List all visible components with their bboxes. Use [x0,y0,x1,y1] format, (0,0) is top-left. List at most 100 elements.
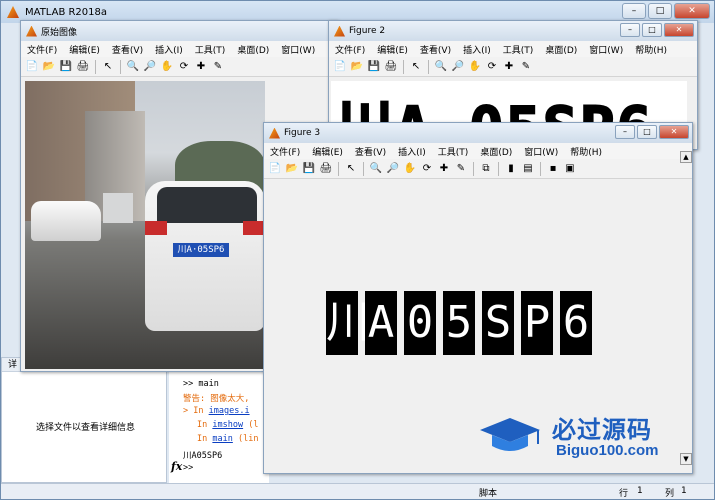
data-cursor-icon[interactable]: ✚ [502,60,516,74]
brush-icon[interactable]: ✎ [454,162,468,176]
toolbar-separator [473,161,474,176]
legend-icon[interactable]: ▤ [521,162,535,176]
status-row-value: 1 [637,486,643,496]
menu-tools[interactable]: 工具(T) [503,43,534,56]
close-button[interactable]: ✕ [664,23,694,37]
figure-title: 原始图像 [41,27,78,38]
maximize-button[interactable]: □ [637,125,657,139]
menu-window[interactable]: 窗口(W) [589,43,623,56]
menu-view[interactable]: 查看(V) [420,43,451,56]
open-file-icon[interactable]: 📂 [285,162,299,176]
menu-edit[interactable]: 编辑(E) [69,43,100,56]
menu-view[interactable]: 查看(V) [355,145,386,158]
menu-insert[interactable]: 插入(I) [155,43,183,56]
street-photo: 川A·05SP6 [25,81,265,369]
brush-icon[interactable]: ✎ [519,60,533,74]
menu-file[interactable]: 文件(F) [27,43,57,56]
menu-insert[interactable]: 插入(I) [463,43,491,56]
new-figure-icon[interactable]: 📄 [333,60,347,74]
open-file-icon[interactable]: 📂 [350,60,364,74]
char-segment: A [365,291,397,355]
show-plot-tools-icon[interactable]: ▣ [563,162,577,176]
images-link[interactable]: images.i [209,406,250,416]
print-icon[interactable]: 🖨 [384,60,398,74]
toolbar-separator [338,161,339,176]
minimize-button[interactable]: – [620,23,640,37]
new-figure-icon[interactable]: 📄 [268,162,282,176]
menu-desktop[interactable]: 桌面(D) [545,43,577,56]
rotate-icon[interactable]: ⟳ [485,60,499,74]
pan-icon[interactable]: ✋ [403,162,417,176]
menu-desktop[interactable]: 桌面(D) [237,43,269,56]
figure-title: Figure 2 [349,26,386,36]
data-cursor-icon[interactable]: ✚ [437,162,451,176]
rotate-icon[interactable]: ⟳ [177,60,191,74]
toolbar-separator [428,59,429,74]
data-cursor-icon[interactable]: ✚ [194,60,208,74]
car-rear-window [157,187,257,223]
fx-icon: fx [171,460,183,473]
brush-icon[interactable]: ✎ [211,60,225,74]
minimize-button[interactable]: – [622,3,646,19]
menu-tools[interactable]: 工具(T) [438,145,469,158]
zoom-in-icon[interactable]: 🔍 [434,60,448,74]
close-button[interactable]: ✕ [659,125,689,139]
rotate-icon[interactable]: ⟳ [420,162,434,176]
colorbar-icon[interactable]: ▮ [504,162,518,176]
toolbar-separator [363,161,364,176]
menu-help[interactable]: 帮助(H) [570,145,602,158]
menu-help[interactable]: 帮助(H) [635,43,667,56]
print-icon[interactable]: 🖨 [319,162,333,176]
save-icon[interactable]: 💾 [302,162,316,176]
imshow-link[interactable]: imshow [212,420,243,430]
menu-view[interactable]: 查看(V) [112,43,143,56]
char-segment: 川 [326,291,370,355]
stack-line-1: > In images.i [183,406,250,416]
minimize-button[interactable]: – [615,125,635,139]
hide-plot-tools-icon[interactable]: ▪ [546,162,560,176]
figure-menubar: 文件(F) 编辑(E) 查看(V) 插入(I) 工具(T) 桌面(D) 窗口(W… [21,41,337,57]
maximize-button[interactable]: □ [642,23,662,37]
close-button[interactable]: ✕ [674,3,710,19]
figure-title-bar: 原始图像 [21,21,337,41]
menu-file[interactable]: 文件(F) [270,145,300,158]
menu-window[interactable]: 窗口(W) [524,145,558,158]
open-file-icon[interactable]: 📂 [42,60,56,74]
menu-edit[interactable]: 编辑(E) [312,145,343,158]
save-icon[interactable]: 💾 [59,60,73,74]
toolbar-separator [95,59,96,74]
figure-icon [269,127,280,139]
zoom-out-icon[interactable]: 🔎 [386,162,400,176]
scroll-up-arrow-icon[interactable]: ▲ [680,151,692,163]
zoom-in-icon[interactable]: 🔍 [126,60,140,74]
menu-desktop[interactable]: 桌面(D) [480,145,512,158]
zoom-out-icon[interactable]: 🔎 [451,60,465,74]
new-figure-icon[interactable]: 📄 [25,60,39,74]
pointer-icon[interactable]: ↖ [409,60,423,74]
parked-car [31,201,101,241]
menu-edit[interactable]: 编辑(E) [377,43,408,56]
zoom-out-icon[interactable]: 🔎 [143,60,157,74]
save-icon[interactable]: 💾 [367,60,381,74]
pan-icon[interactable]: ✋ [160,60,174,74]
result-line: 川A05SP6 [183,451,223,461]
toolbar-separator [498,161,499,176]
char-segment: 6 [560,291,592,355]
menu-tools[interactable]: 工具(T) [195,43,226,56]
pan-icon[interactable]: ✋ [468,60,482,74]
command-prompt[interactable]: >> [183,463,193,473]
print-icon[interactable]: 🖨 [76,60,90,74]
maximize-button[interactable]: □ [648,3,672,19]
char-segment: 5 [443,291,475,355]
link-plot-icon[interactable]: ⧉ [479,162,493,176]
zoom-in-icon[interactable]: 🔍 [369,162,383,176]
figure-toolbar: 📄 📂 💾 🖨 ↖ 🔍 🔎 ✋ ⟳ ✚ ✎ [329,57,697,77]
pointer-icon[interactable]: ↖ [344,162,358,176]
menu-window[interactable]: 窗口(W) [281,43,315,56]
pointer-icon[interactable]: ↖ [101,60,115,74]
main-link[interactable]: main [212,434,232,444]
command-window[interactable]: >> main 警告: 图像太大, > In images.i In imsho… [169,357,269,483]
watermark-cn-text: 必过源码 [552,416,652,444]
menu-file[interactable]: 文件(F) [335,43,365,56]
menu-insert[interactable]: 插入(I) [398,145,426,158]
